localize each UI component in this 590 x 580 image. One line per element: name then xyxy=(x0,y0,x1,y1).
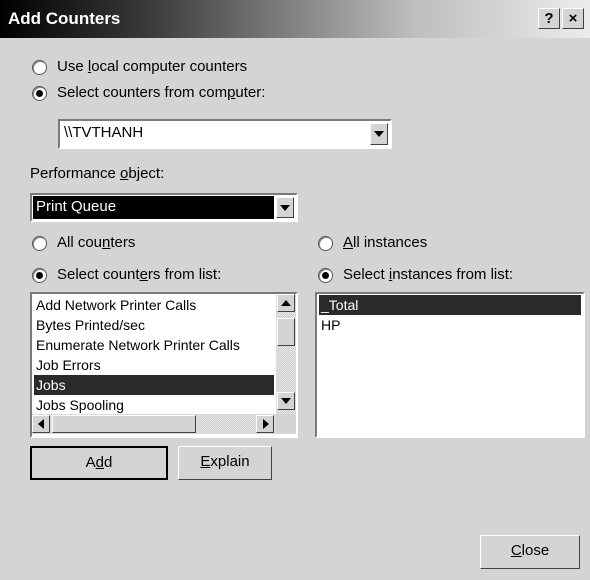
select-counters-radio[interactable] xyxy=(32,268,47,283)
list-item[interactable]: Job Errors xyxy=(34,355,101,375)
list-item[interactable]: Add Network Printer Calls xyxy=(34,295,196,315)
close-button[interactable]: Close xyxy=(480,535,580,569)
select-computer-label[interactable]: Select counters from computer: xyxy=(57,84,265,101)
window-title: Add Counters xyxy=(8,9,121,28)
performance-object-label: Performance object: xyxy=(30,165,165,182)
use-local-label[interactable]: Use local computer counters xyxy=(57,58,247,75)
add-button[interactable]: Add xyxy=(30,446,168,480)
performance-object-dropdown-arrow-icon[interactable] xyxy=(276,197,294,218)
select-computer-radio[interactable] xyxy=(32,86,47,101)
computer-value: \\TVTHANH xyxy=(64,124,144,141)
list-item[interactable]: Jobs Spooling xyxy=(34,395,124,414)
all-counters-radio[interactable] xyxy=(32,236,47,251)
select-instances-radio[interactable] xyxy=(318,268,333,283)
list-item[interactable]: HP xyxy=(319,315,340,335)
help-button[interactable]: ? xyxy=(538,8,560,29)
list-item-selected[interactable]: Jobs xyxy=(34,375,274,395)
scroll-down-arrow-icon[interactable] xyxy=(277,392,295,410)
performance-object-value: Print Queue xyxy=(36,198,117,215)
use-local-radio[interactable] xyxy=(32,60,47,75)
performance-object-combobox[interactable]: Print Queue xyxy=(30,193,298,222)
scroll-up-arrow-icon[interactable] xyxy=(277,294,295,312)
list-item-selected[interactable]: _Total xyxy=(319,295,581,315)
all-instances-label[interactable]: All instances xyxy=(343,234,427,251)
computer-combobox[interactable]: \\TVTHANH xyxy=(58,119,392,149)
counters-vertical-scrollbar[interactable] xyxy=(276,294,296,414)
add-counters-dialog: Add Counters ? × Use local computer coun… xyxy=(0,0,590,580)
computer-dropdown-arrow-icon[interactable] xyxy=(370,123,388,145)
select-instances-label[interactable]: Select instances from list: xyxy=(343,266,513,283)
counters-listbox[interactable]: Add Network Printer Calls Bytes Printed/… xyxy=(30,292,298,438)
scroll-thumb[interactable] xyxy=(277,318,295,346)
scroll-right-arrow-icon[interactable] xyxy=(256,415,274,433)
list-item[interactable]: Bytes Printed/sec xyxy=(34,315,145,335)
all-instances-radio[interactable] xyxy=(318,236,333,251)
list-item[interactable]: Enumerate Network Printer Calls xyxy=(34,335,240,355)
scroll-left-arrow-icon[interactable] xyxy=(32,415,50,433)
instances-listbox[interactable]: _Total HP xyxy=(315,292,585,438)
counters-horizontal-scrollbar[interactable] xyxy=(32,414,276,434)
explain-button[interactable]: Explain xyxy=(178,446,272,480)
close-window-button[interactable]: × xyxy=(562,8,584,29)
all-counters-label[interactable]: All counters xyxy=(57,234,135,251)
counters-list-viewport: Add Network Printer Calls Bytes Printed/… xyxy=(32,294,276,414)
scrollbar-corner xyxy=(276,414,296,434)
title-bar[interactable]: Add Counters ? × xyxy=(0,0,590,38)
horizontal-scroll-thumb[interactable] xyxy=(52,415,196,433)
select-counters-label[interactable]: Select counters from list: xyxy=(57,266,221,283)
